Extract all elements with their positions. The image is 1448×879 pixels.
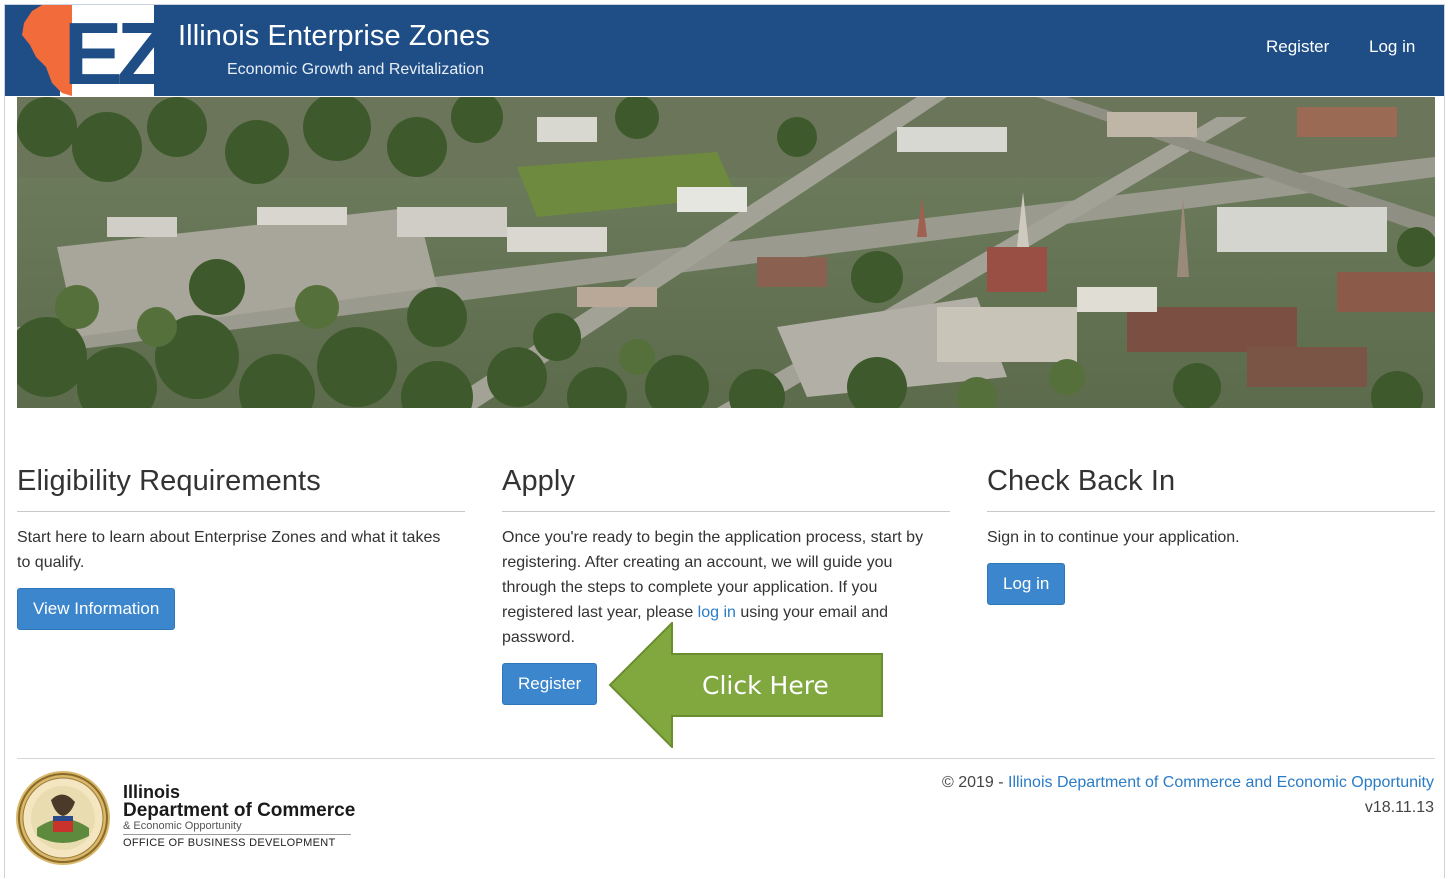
check-back-text: Sign in to continue your application. xyxy=(987,529,1240,546)
eligibility-section: Eligibility Requirements Start here to l… xyxy=(17,465,465,630)
hero-aerial-image xyxy=(17,97,1435,408)
brand-subtitle: Economic Growth and Revitalization xyxy=(227,61,485,78)
copyright-prefix: © 2019 - xyxy=(941,774,1009,791)
footer-office-name: OFFICE OF BUSINESS DEVELOPMENT xyxy=(123,837,336,849)
apply-heading: Apply xyxy=(502,465,950,512)
footer-version: v18.11.13 xyxy=(1364,799,1434,816)
navbar: EZ Illinois Enterprise Zones Economic Gr… xyxy=(5,5,1444,96)
footer-dept-opportunity: & Economic Opportunity xyxy=(123,820,242,832)
apply-login-link[interactable]: log in xyxy=(698,604,736,621)
nav-register-link[interactable]: Register xyxy=(1266,37,1329,57)
register-button[interactable]: Register xyxy=(502,663,598,705)
check-back-heading: Check Back In xyxy=(987,465,1435,512)
login-button[interactable]: Log in xyxy=(987,563,1066,605)
footer-dept-commerce: Department of Commerce xyxy=(123,800,356,821)
footer-divider xyxy=(17,758,1435,759)
footer-dept-rule xyxy=(123,834,351,835)
svg-text:EZ: EZ xyxy=(64,5,154,96)
view-information-button[interactable]: View Information xyxy=(17,588,176,630)
eligibility-heading: Eligibility Requirements xyxy=(17,465,465,512)
eligibility-text: Start here to learn about Enterprise Zon… xyxy=(17,529,441,571)
footer-copyright: © 2019 - Illinois Department of Commerce… xyxy=(942,774,1434,792)
check-back-section: Check Back In Sign in to continue your a… xyxy=(987,465,1435,605)
state-seal-icon xyxy=(16,771,110,865)
brand-title[interactable]: Illinois Enterprise Zones xyxy=(178,20,490,53)
click-here-callout-text: Click Here xyxy=(702,671,829,700)
ez-logo-icon[interactable]: EZ xyxy=(18,5,154,96)
nav-login-link[interactable]: Log in xyxy=(1369,37,1415,57)
footer-dceo-link[interactable]: Illinois Department of Commerce and Econ… xyxy=(1008,774,1434,791)
